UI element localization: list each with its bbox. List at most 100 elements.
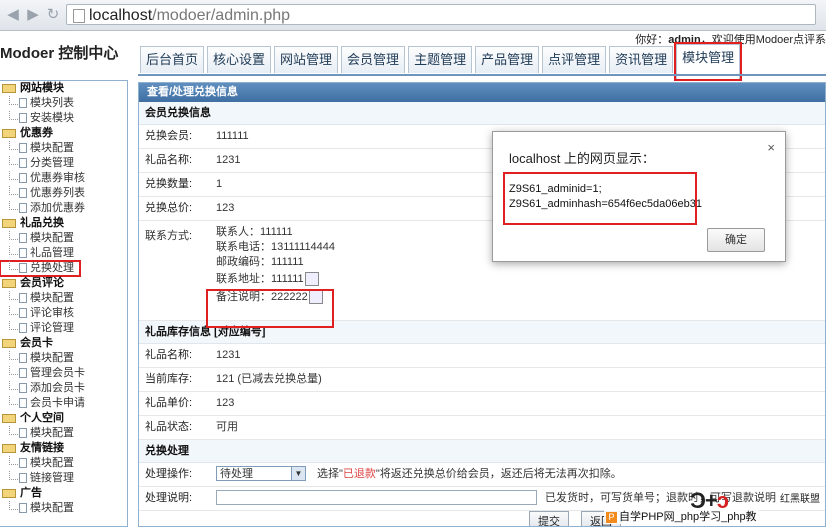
sidebar-item-coupon-list[interactable]: 优惠券列表 [0, 186, 127, 201]
top-nav-tabs: 后台首页 核心设置 网站管理 会员管理 主题管理 产品管理 点评管理 资讯管理 … [140, 42, 743, 81]
ok-button[interactable]: 确定 [707, 228, 765, 252]
info-row: 礼品单价: 123 [139, 392, 825, 416]
document-icon [19, 323, 27, 333]
forward-arrow-icon[interactable]: ▶ [24, 6, 42, 24]
document-icon [19, 173, 27, 183]
section-member-exchange: 会员兑换信息 [139, 102, 825, 125]
contact-address-line: 联系地址：111111 [216, 272, 319, 287]
operation-label: 处理操作: [145, 468, 193, 480]
sidebar-item-module-list[interactable]: 模块列表 [0, 96, 127, 111]
info-row: 礼品名称: 1231 [139, 344, 825, 368]
sidebar-group-coupons[interactable]: 优惠券 [0, 126, 127, 141]
document-icon [19, 248, 27, 258]
sidebar-item-gift-config[interactable]: 模块配置 [0, 231, 127, 246]
sidebar-group-member-card[interactable]: 会员卡 [0, 336, 127, 351]
reload-icon[interactable]: ↻ [44, 6, 62, 24]
operation-row: 处理操作: 待处理 ▼ 选择"已退款"将返还兑换总价给会员，返还后将无法再次扣除。 [139, 463, 825, 487]
info-row: 当前库存: 121 (已减去兑换总量) [139, 368, 825, 392]
document-icon [19, 353, 27, 363]
tab-theme-management[interactable]: 主题管理 [408, 46, 473, 73]
sidebar-group-ads[interactable]: 广告 [0, 486, 127, 501]
document-icon [19, 398, 27, 408]
sidebar-item-exchange-processing[interactable]: 兑换处理 [0, 260, 81, 277]
sidebar-group-gift-exchange[interactable]: 礼品兑换 [0, 216, 127, 231]
operation-hint: 选择"已退款"将返还兑换总价给会员，返还后将无法再次扣除。 [317, 468, 622, 480]
contact-phone: 联系电话：13111114444 [216, 241, 336, 253]
tab-review-management[interactable]: 点评管理 [542, 46, 607, 73]
sidebar-item-coupon-review[interactable]: 优惠券审核 [0, 171, 127, 186]
document-icon [19, 473, 27, 483]
sidebar-item-gift-management[interactable]: 礼品管理 [0, 246, 127, 261]
sidebar-item-card-applications[interactable]: 会员卡申请 [0, 396, 127, 411]
sidebar-item-link-management[interactable]: 链接管理 [0, 471, 127, 486]
folder-icon [2, 414, 16, 423]
tab-product-management[interactable]: 产品管理 [475, 46, 540, 73]
document-icon [19, 503, 27, 513]
folder-icon [2, 444, 16, 453]
welcome-prefix: 你好： [635, 34, 669, 46]
folder-icon [2, 219, 16, 228]
sidebar-item-card-config[interactable]: 模块配置 [0, 351, 127, 366]
document-icon [19, 98, 27, 108]
note-input[interactable] [216, 490, 537, 505]
sidebar-group-personal-space[interactable]: 个人空间 [0, 411, 127, 426]
document-icon [19, 188, 27, 198]
tab-home[interactable]: 后台首页 [140, 46, 205, 73]
folder-icon [2, 279, 16, 288]
document-icon [19, 458, 27, 468]
folder-icon [2, 489, 16, 498]
sidebar-item-coupon-config[interactable]: 模块配置 [0, 141, 127, 156]
close-icon[interactable]: × [767, 140, 775, 155]
app-logo: Modoer 控制中心 [0, 45, 119, 62]
document-icon [19, 368, 27, 378]
sidebar-item-add-card[interactable]: 添加会员卡 [0, 381, 127, 396]
sidebar-item-comment-review[interactable]: 评论审核 [0, 306, 127, 321]
submit-button[interactable]: 提交 [529, 511, 569, 526]
operation-select[interactable]: 待处理 ▼ [216, 466, 306, 481]
alert-dialog: localhost 上的网页显示： × Z9S61_adminid=1; Z9S… [492, 131, 786, 262]
sidebar-group-friend-links[interactable]: 友情链接 [0, 441, 127, 456]
watermark: Ɔ+ɔ 红黑联盟 P 自学PHP网_php学习_php教 [604, 488, 826, 527]
tab-member-management[interactable]: 会员管理 [341, 46, 406, 73]
sidebar-group-member-comments[interactable]: 会员评论 [0, 276, 127, 291]
contact-person: 联系人：111111 [216, 226, 293, 238]
document-icon [19, 113, 27, 123]
tab-news-management[interactable]: 资讯管理 [609, 46, 674, 73]
watermark-side-text: 红黑联盟 [780, 494, 820, 505]
broken-image-icon [304, 272, 319, 287]
address-bar[interactable]: localhost/modoer/admin.php [66, 4, 816, 25]
highlight-box [206, 289, 334, 328]
header-divider [138, 74, 826, 76]
tab-site-management[interactable]: 网站管理 [274, 46, 339, 73]
document-icon [19, 143, 27, 153]
sidebar-item-category-management[interactable]: 分类管理 [0, 156, 127, 171]
sidebar-group-modules[interactable]: 网站模块 [0, 81, 127, 96]
document-icon [19, 233, 27, 243]
url-host: localhost [89, 7, 153, 24]
sidebar: 网站模块 模块列表 安装模块 优惠券 模块配置 分类管理 优惠券审核 优惠券列表… [0, 80, 128, 527]
sidebar-item-comment-config[interactable]: 模块配置 [0, 291, 127, 306]
sidebar-item-links-config[interactable]: 模块配置 [0, 456, 127, 471]
sidebar-item-comment-management[interactable]: 评论管理 [0, 321, 127, 336]
document-icon [19, 203, 27, 213]
sidebar-item-add-coupon[interactable]: 添加优惠券 [0, 201, 127, 216]
contact-postcode: 邮政编码：111111 [216, 256, 304, 268]
dropdown-arrow-icon: ▼ [291, 467, 305, 480]
back-arrow-icon[interactable]: ◀ [4, 6, 22, 24]
sidebar-item-manage-cards[interactable]: 管理会员卡 [0, 366, 127, 381]
document-icon [19, 293, 27, 303]
section-exchange-processing: 兑换处理 [139, 440, 825, 463]
watermark-text: P 自学PHP网_php学习_php教 [604, 508, 759, 524]
page-icon [73, 9, 85, 23]
folder-icon [2, 339, 16, 348]
sidebar-item-space-config[interactable]: 模块配置 [0, 426, 127, 441]
sidebar-item-ads-config[interactable]: 模块配置 [0, 501, 127, 516]
document-icon [19, 428, 27, 438]
tab-core-settings[interactable]: 核心设置 [207, 46, 272, 73]
document-icon [19, 158, 27, 168]
document-icon [19, 263, 27, 273]
sidebar-item-install-module[interactable]: 安装模块 [0, 111, 127, 126]
document-icon [19, 383, 27, 393]
dialog-title: localhost 上的网页显示： [509, 151, 655, 166]
browser-toolbar: ◀ ▶ ↻ localhost/modoer/admin.php [0, 0, 826, 31]
